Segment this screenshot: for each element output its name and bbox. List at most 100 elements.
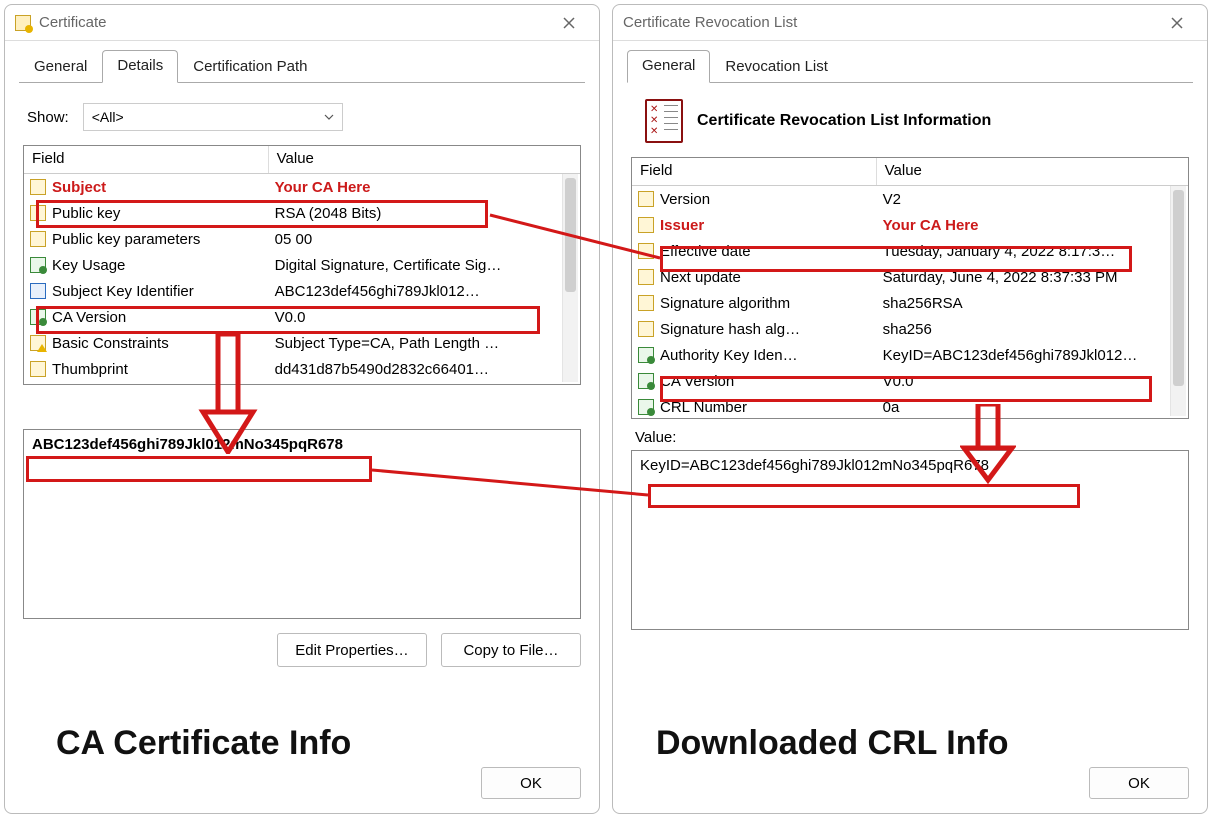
- table-row[interactable]: Public keyRSA (2048 Bits): [24, 200, 580, 226]
- row-field: Effective date: [656, 243, 877, 260]
- edit-properties-button[interactable]: Edit Properties…: [277, 633, 427, 667]
- header-field[interactable]: Field: [632, 158, 877, 185]
- ok-button[interactable]: OK: [1089, 767, 1189, 799]
- row-icon: [636, 243, 656, 259]
- copy-to-file-button[interactable]: Copy to File…: [441, 633, 581, 667]
- table-row[interactable]: CA VersionV0.0: [24, 304, 580, 330]
- table-row[interactable]: Next updateSaturday, June 4, 2022 8:37:3…: [632, 264, 1188, 290]
- row-value: Your CA Here: [877, 217, 1188, 234]
- header-value[interactable]: Value: [877, 158, 1188, 185]
- crl-info-header: Certificate Revocation List Information: [645, 99, 1189, 143]
- tab-general[interactable]: General: [19, 51, 102, 83]
- row-icon: [636, 321, 656, 337]
- field-icon: [638, 191, 654, 207]
- header-field[interactable]: Field: [24, 146, 269, 173]
- row-icon: [28, 179, 48, 195]
- row-icon: [28, 283, 48, 299]
- row-value: Tuesday, January 4, 2022 8:17:3…: [877, 243, 1188, 260]
- list-rows: SubjectYour CA HerePublic keyRSA (2048 B…: [24, 174, 580, 382]
- field-icon: [30, 205, 46, 221]
- row-icon: [636, 399, 656, 415]
- button-row: Edit Properties… Copy to File…: [23, 633, 581, 667]
- table-row[interactable]: VersionV2: [632, 186, 1188, 212]
- detail-value-box[interactable]: KeyID=ABC123def456ghi789Jkl012mNo345pqR6…: [631, 450, 1189, 630]
- header-value[interactable]: Value: [269, 146, 580, 173]
- caption-left: CA Certificate Info: [56, 724, 351, 763]
- row-field: Version: [656, 191, 877, 208]
- row-value: RSA (2048 Bits): [269, 205, 580, 222]
- table-row[interactable]: Public key parameters05 00: [24, 226, 580, 252]
- table-row[interactable]: SubjectYour CA Here: [24, 174, 580, 200]
- row-value: Saturday, June 4, 2022 8:37:33 PM: [877, 269, 1188, 286]
- detail-value-text: KeyID=ABC123def456ghi789Jkl012mNo345pqR6…: [632, 451, 1188, 480]
- row-icon: [636, 373, 656, 389]
- row-field: Authority Key Iden…: [656, 347, 877, 364]
- row-value: V2: [877, 191, 1188, 208]
- certificate-dialog: Certificate General Details Certificatio…: [4, 4, 600, 814]
- field-list[interactable]: Field Value VersionV2IssuerYour CA HereE…: [631, 157, 1189, 419]
- row-value: 0a: [877, 399, 1188, 416]
- row-value: V0.0: [269, 309, 580, 326]
- value-label: Value:: [635, 429, 1185, 446]
- certificate-icon: [15, 15, 31, 31]
- scrollbar-thumb[interactable]: [565, 178, 576, 292]
- table-row[interactable]: Thumbprintdd431d87b5490d2832c66401…: [24, 356, 580, 382]
- content-area: Show: <All> Field Value SubjectYour CA H…: [5, 83, 599, 753]
- table-row[interactable]: IssuerYour CA Here: [632, 212, 1188, 238]
- tabstrip: General Details Certification Path: [5, 41, 599, 82]
- table-row[interactable]: Key UsageDigital Signature, Certificate …: [24, 252, 580, 278]
- table-row[interactable]: Signature algorithmsha256RSA: [632, 290, 1188, 316]
- row-value: Your CA Here: [269, 179, 580, 196]
- close-button[interactable]: [549, 9, 589, 37]
- row-field: Next update: [656, 269, 877, 286]
- list-header: Field Value: [632, 158, 1188, 186]
- table-row[interactable]: Authority Key Iden…KeyID=ABC123def456ghi…: [632, 342, 1188, 368]
- field-icon: [638, 295, 654, 311]
- field-icon: [638, 399, 654, 415]
- field-icon: [30, 361, 46, 377]
- table-row[interactable]: Subject Key IdentifierABC123def456ghi789…: [24, 278, 580, 304]
- detail-value-box[interactable]: ABC123def456ghi789Jkl012mNo345pqR678: [23, 429, 581, 619]
- field-icon: [30, 179, 46, 195]
- field-icon: [30, 231, 46, 247]
- row-value: sha256RSA: [877, 295, 1188, 312]
- tab-revocation-list[interactable]: Revocation List: [710, 51, 843, 83]
- crl-info-heading: Certificate Revocation List Information: [697, 112, 991, 130]
- close-button[interactable]: [1157, 9, 1197, 37]
- field-icon: [638, 321, 654, 337]
- row-value: V0.0: [877, 373, 1188, 390]
- tab-details[interactable]: Details: [102, 50, 178, 83]
- table-row[interactable]: Basic ConstraintsSubject Type=CA, Path L…: [24, 330, 580, 356]
- table-row[interactable]: CRL Number0a: [632, 394, 1188, 420]
- titlebar: Certificate: [5, 5, 599, 41]
- scrollbar[interactable]: [1170, 186, 1186, 416]
- scrollbar-thumb[interactable]: [1173, 190, 1184, 386]
- dialog-title: Certificate Revocation List: [623, 14, 1157, 31]
- ok-button[interactable]: OK: [481, 767, 581, 799]
- show-select[interactable]: <All>: [83, 103, 343, 131]
- table-row[interactable]: CA VersionV0.0: [632, 368, 1188, 394]
- list-header: Field Value: [24, 146, 580, 174]
- caption-right: Downloaded CRL Info: [656, 724, 1009, 763]
- row-icon: [636, 191, 656, 207]
- field-icon: [638, 269, 654, 285]
- scrollbar[interactable]: [562, 174, 578, 382]
- field-list[interactable]: Field Value SubjectYour CA HerePublic ke…: [23, 145, 581, 385]
- show-select-value: <All>: [92, 109, 124, 125]
- field-icon: [638, 217, 654, 233]
- row-icon: [28, 361, 48, 377]
- table-row[interactable]: Effective dateTuesday, January 4, 2022 8…: [632, 238, 1188, 264]
- tab-general[interactable]: General: [627, 50, 710, 83]
- list-rows: VersionV2IssuerYour CA HereEffective dat…: [632, 186, 1188, 420]
- row-icon: [28, 309, 48, 325]
- field-icon: [638, 373, 654, 389]
- row-field: Public key: [48, 205, 269, 222]
- row-field: Issuer: [656, 217, 877, 234]
- table-row[interactable]: Signature hash alg…sha256: [632, 316, 1188, 342]
- detail-value-text: ABC123def456ghi789Jkl012mNo345pqR678: [24, 430, 580, 459]
- row-value: ABC123def456ghi789Jkl012…: [269, 283, 580, 300]
- row-icon: [636, 295, 656, 311]
- tab-certification-path[interactable]: Certification Path: [178, 51, 322, 83]
- row-field: Subject: [48, 179, 269, 196]
- close-icon: [1171, 17, 1183, 29]
